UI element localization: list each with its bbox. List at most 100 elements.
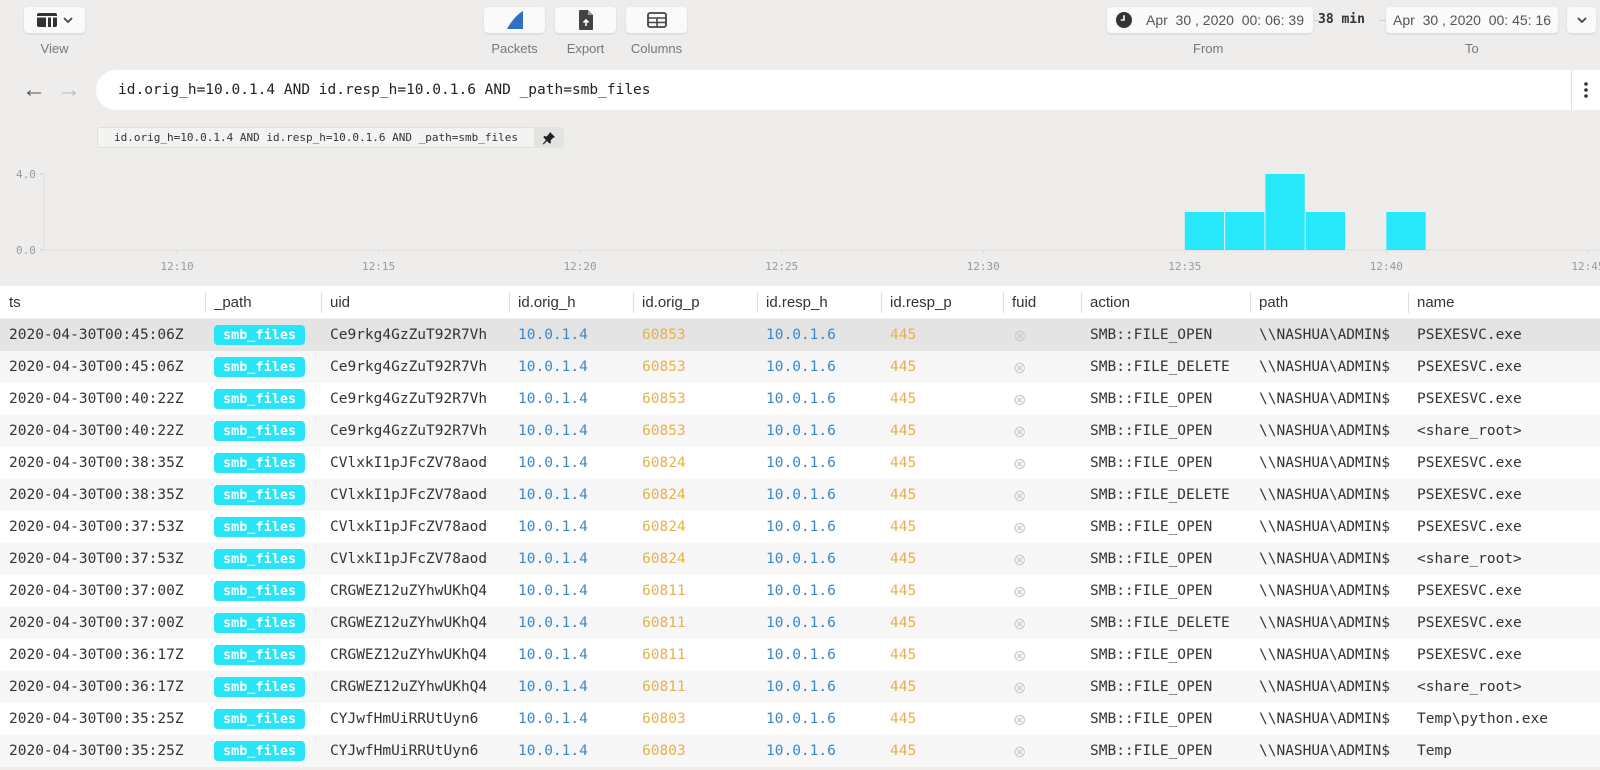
view-label: View bbox=[40, 41, 69, 56]
cell-name: Temp bbox=[1417, 743, 1452, 759]
column-resize-handle[interactable] bbox=[1003, 292, 1004, 313]
column-resize-handle[interactable] bbox=[205, 292, 206, 313]
pinned-query-text[interactable]: id.orig_h=10.0.1.4 AND id.resp_h=10.0.1.… bbox=[97, 127, 534, 148]
cell-orig-h: 10.0.1.4 bbox=[518, 743, 588, 759]
column-header[interactable]: id.orig_p bbox=[633, 286, 757, 318]
path-badge: smb_files bbox=[214, 485, 306, 505]
null-value-icon: ⊗ bbox=[1013, 613, 1027, 633]
x-tick-label: 12:35 bbox=[1168, 260, 1201, 273]
column-header-label: fuid bbox=[1012, 293, 1037, 311]
histogram-bar[interactable] bbox=[1386, 212, 1426, 250]
column-header[interactable]: id.resp_h bbox=[757, 286, 881, 318]
table-row[interactable]: 2020-04-30T00:45:06Z smb_files Ce9rkg4GzZu… bbox=[0, 319, 1600, 351]
table-row[interactable]: 2020-04-30T00:35:25Z smb_files CYJwfHmUiRR… bbox=[0, 703, 1600, 735]
cell-resp-p: 445 bbox=[890, 423, 917, 439]
histogram-svg: 0.0 4.0 12:10 12:15 12:20 12:25 12:30 12:35 12:4… bbox=[16, 168, 1600, 273]
column-resize-handle[interactable] bbox=[321, 292, 322, 313]
column-header[interactable]: name bbox=[1408, 286, 1600, 318]
search-input[interactable]: id.orig_h=10.0.1.4 AND id.resp_h=10.0.1.… bbox=[96, 70, 1571, 110]
cell-path: \\NASHUA\ADMIN$ bbox=[1259, 711, 1390, 727]
cell-ts: 2020-04-30T00:40:22Z bbox=[9, 391, 184, 407]
path-badge: smb_files bbox=[214, 677, 306, 697]
column-resize-handle[interactable] bbox=[509, 292, 510, 313]
search-options-button[interactable] bbox=[1571, 70, 1600, 110]
time-from-button[interactable]: Apr 30 , 2020 00: 06: 39 bbox=[1107, 7, 1313, 33]
column-resize-handle[interactable] bbox=[757, 292, 758, 313]
cell-orig-h: 10.0.1.4 bbox=[518, 647, 588, 663]
cell-orig-p: 60853 bbox=[642, 359, 686, 375]
histogram-bar[interactable] bbox=[1305, 212, 1346, 250]
table-row[interactable]: 2020-04-30T00:38:35Z smb_files CVlxkI1pJFc… bbox=[0, 447, 1600, 479]
y-tick-label: 0.0 bbox=[16, 244, 36, 257]
pin-button[interactable] bbox=[533, 127, 564, 148]
histogram-bar[interactable] bbox=[1225, 212, 1265, 250]
cell-resp-p: 445 bbox=[890, 711, 917, 727]
columns-button[interactable] bbox=[626, 7, 687, 33]
time-range-dropdown[interactable] bbox=[1567, 7, 1596, 33]
column-resize-handle[interactable] bbox=[1250, 292, 1251, 313]
column-header[interactable]: _path bbox=[205, 286, 321, 318]
table-row[interactable]: 2020-04-30T00:35:25Z smb_files CYJwfHmUiRR… bbox=[0, 735, 1600, 767]
table-row[interactable]: 2020-04-30T00:40:22Z smb_files Ce9rkg4GzZu… bbox=[0, 415, 1600, 447]
shark-fin-icon bbox=[506, 11, 523, 29]
cell-path: \\NASHUA\ADMIN$ bbox=[1259, 327, 1390, 343]
cell-orig-p: 60853 bbox=[642, 327, 686, 343]
table-row[interactable]: 2020-04-30T00:37:53Z smb_files CVlxkI1pJFc… bbox=[0, 543, 1600, 575]
packets-button[interactable] bbox=[484, 7, 545, 33]
table-row[interactable]: 2020-04-30T00:36:17Z smb_files CRGWEZ12uZY… bbox=[0, 639, 1600, 671]
cell-path: \\NASHUA\ADMIN$ bbox=[1259, 519, 1390, 535]
histogram-bar[interactable] bbox=[1184, 212, 1225, 250]
cell-path: smb_files bbox=[205, 389, 321, 409]
back-arrow-icon[interactable]: ← bbox=[22, 78, 46, 102]
cell-action: SMB::FILE_OPEN bbox=[1090, 679, 1213, 695]
cell-action: SMB::FILE_OPEN bbox=[1090, 743, 1213, 759]
cell-resp-h: 10.0.1.6 bbox=[766, 551, 836, 567]
cell-ts: 2020-04-30T00:45:06Z bbox=[9, 327, 184, 343]
cell-path: smb_files bbox=[205, 517, 321, 537]
export-label: Export bbox=[566, 41, 605, 56]
table-row[interactable]: 2020-04-30T00:36:17Z smb_files CRGWEZ12uZY… bbox=[0, 671, 1600, 703]
export-button[interactable] bbox=[555, 7, 616, 33]
column-header[interactable]: fuid bbox=[1003, 286, 1081, 318]
column-resize-handle[interactable] bbox=[1408, 292, 1409, 313]
column-header[interactable]: uid bbox=[321, 286, 509, 318]
column-header[interactable]: action bbox=[1081, 286, 1250, 318]
table-row[interactable]: 2020-04-30T00:45:06Z smb_files Ce9rkg4GzZu… bbox=[0, 351, 1600, 383]
cell-path: \\NASHUA\ADMIN$ bbox=[1259, 551, 1390, 567]
table-row[interactable]: 2020-04-30T00:37:00Z smb_files CRGWEZ12uZY… bbox=[0, 575, 1600, 607]
path-badge: smb_files bbox=[214, 709, 306, 729]
packets-label: Packets bbox=[491, 41, 538, 56]
column-header-label: ts bbox=[9, 293, 21, 311]
table-row[interactable]: 2020-04-30T00:37:00Z smb_files CRGWEZ12uZY… bbox=[0, 607, 1600, 639]
column-resize-handle[interactable] bbox=[1081, 292, 1082, 313]
column-header[interactable]: ts bbox=[0, 286, 205, 318]
cell-orig-p: 60824 bbox=[642, 519, 686, 535]
path-badge: smb_files bbox=[214, 645, 306, 665]
cell-ts: 2020-04-30T00:38:35Z bbox=[9, 487, 184, 503]
column-header-label: name bbox=[1417, 293, 1455, 311]
table-row[interactable]: 2020-04-30T00:40:22Z smb_files Ce9rkg4GzZu… bbox=[0, 383, 1600, 415]
pinned-query: id.orig_h=10.0.1.4 AND id.resp_h=10.0.1.… bbox=[97, 127, 564, 148]
view-button[interactable] bbox=[24, 7, 85, 33]
duration-connector bbox=[1379, 20, 1386, 21]
cell-path: \\NASHUA\ADMIN$ bbox=[1259, 743, 1390, 759]
cell-orig-p: 60824 bbox=[642, 487, 686, 503]
cell-action: SMB::FILE_OPEN bbox=[1090, 327, 1213, 343]
table-row[interactable]: 2020-04-30T00:38:35Z smb_files CVlxkI1pJFc… bbox=[0, 479, 1600, 511]
cell-orig-h: 10.0.1.4 bbox=[518, 423, 588, 439]
column-header[interactable]: id.resp_p bbox=[881, 286, 1003, 318]
x-tick-label: 12:30 bbox=[967, 260, 1000, 273]
column-header[interactable]: id.orig_h bbox=[509, 286, 633, 318]
null-value-icon: ⊗ bbox=[1013, 517, 1027, 537]
forward-arrow-icon[interactable]: → bbox=[57, 78, 81, 102]
column-header-label: id.resp_h bbox=[766, 293, 828, 311]
histogram-bar[interactable] bbox=[1265, 174, 1305, 250]
column-header[interactable]: path bbox=[1250, 286, 1408, 318]
null-value-icon: ⊗ bbox=[1013, 453, 1027, 473]
path-badge: smb_files bbox=[214, 613, 306, 633]
column-resize-handle[interactable] bbox=[633, 292, 634, 313]
column-resize-handle[interactable] bbox=[881, 292, 882, 313]
table-row[interactable]: 2020-04-30T00:37:53Z smb_files CVlxkI1pJFc… bbox=[0, 511, 1600, 543]
time-to-button[interactable]: Apr 30 , 2020 00: 45: 16 bbox=[1386, 7, 1558, 33]
cell-uid: CRGWEZ12uZYhwUKhQ4 bbox=[330, 679, 488, 695]
